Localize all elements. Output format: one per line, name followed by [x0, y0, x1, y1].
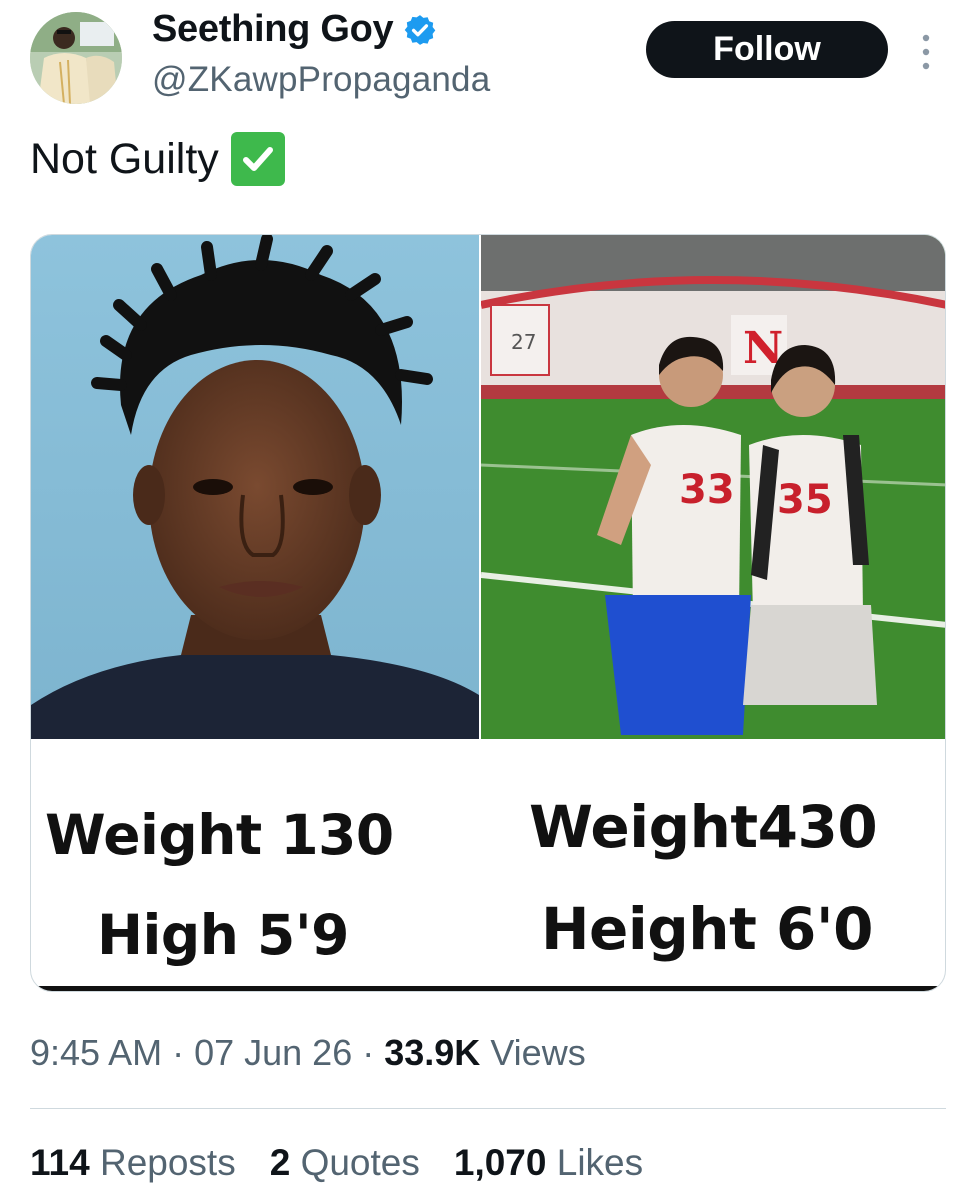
- tweet-date[interactable]: 07 Jun 26: [194, 1032, 352, 1073]
- meta-separator: ·: [352, 1032, 385, 1073]
- quotes-count: 2: [269, 1142, 291, 1183]
- follow-button[interactable]: Follow: [646, 21, 888, 78]
- check-mark-icon: [242, 147, 273, 171]
- author-handle[interactable]: @ZKawpPropaganda: [152, 60, 490, 100]
- quotes-label: Quotes: [290, 1142, 420, 1183]
- tweet-text: Not Guilty: [30, 132, 285, 186]
- tweet-meta: 9:45 AM · 07 Jun 26 · 33.9K Views: [30, 1032, 586, 1074]
- reposts-label: Reposts: [89, 1142, 236, 1183]
- engagement-stats: 114 Reposts 2 Quotes 1,070 Likes: [30, 1142, 643, 1184]
- meta-separator: ·: [162, 1032, 195, 1073]
- author-display-name[interactable]: Seething Goy: [152, 8, 394, 51]
- mugshot-photo: [31, 235, 479, 739]
- likes-stat[interactable]: 1,070 Likes: [454, 1142, 643, 1184]
- jersey-number-33: 33: [679, 467, 735, 513]
- reposts-count: 114: [30, 1142, 90, 1183]
- verified-badge-icon: [405, 14, 436, 45]
- tweet-text-content: Not Guilty: [30, 134, 219, 183]
- jersey-number-35: 35: [777, 477, 833, 523]
- quotes-stat[interactable]: 2 Quotes: [270, 1142, 420, 1184]
- likes-label: Likes: [546, 1142, 644, 1183]
- left-caption-weight: Weight 130: [45, 803, 394, 867]
- banner-number: 27: [511, 330, 536, 354]
- tweet-header: Seething Goy @ZKawpPropaganda Follow: [0, 0, 974, 120]
- tweet-media[interactable]: 27 N 33 35 Weight 130 High 5'9 Weight430…: [30, 234, 946, 992]
- left-caption-height: High 5'9: [97, 903, 349, 967]
- players-photo: 27 N 33 35: [481, 235, 945, 739]
- right-caption-weight: Weight430: [529, 793, 878, 861]
- check-mark-button-emoji: [230, 132, 285, 186]
- views-count: 33.9K: [384, 1032, 481, 1073]
- divider: [30, 1108, 946, 1109]
- reposts-stat[interactable]: 114 Reposts: [30, 1142, 236, 1184]
- author-name-row: Seething Goy: [152, 8, 437, 51]
- likes-count: 1,070: [453, 1142, 547, 1183]
- media-bottom-rule: [31, 986, 945, 991]
- right-caption-height: Height 6'0: [541, 895, 873, 963]
- avatar[interactable]: [30, 12, 122, 104]
- tweet-time[interactable]: 9:45 AM: [30, 1032, 162, 1073]
- views-label: Views: [480, 1032, 586, 1073]
- more-vertical-icon[interactable]: [914, 32, 938, 72]
- avatar-image: [30, 12, 122, 104]
